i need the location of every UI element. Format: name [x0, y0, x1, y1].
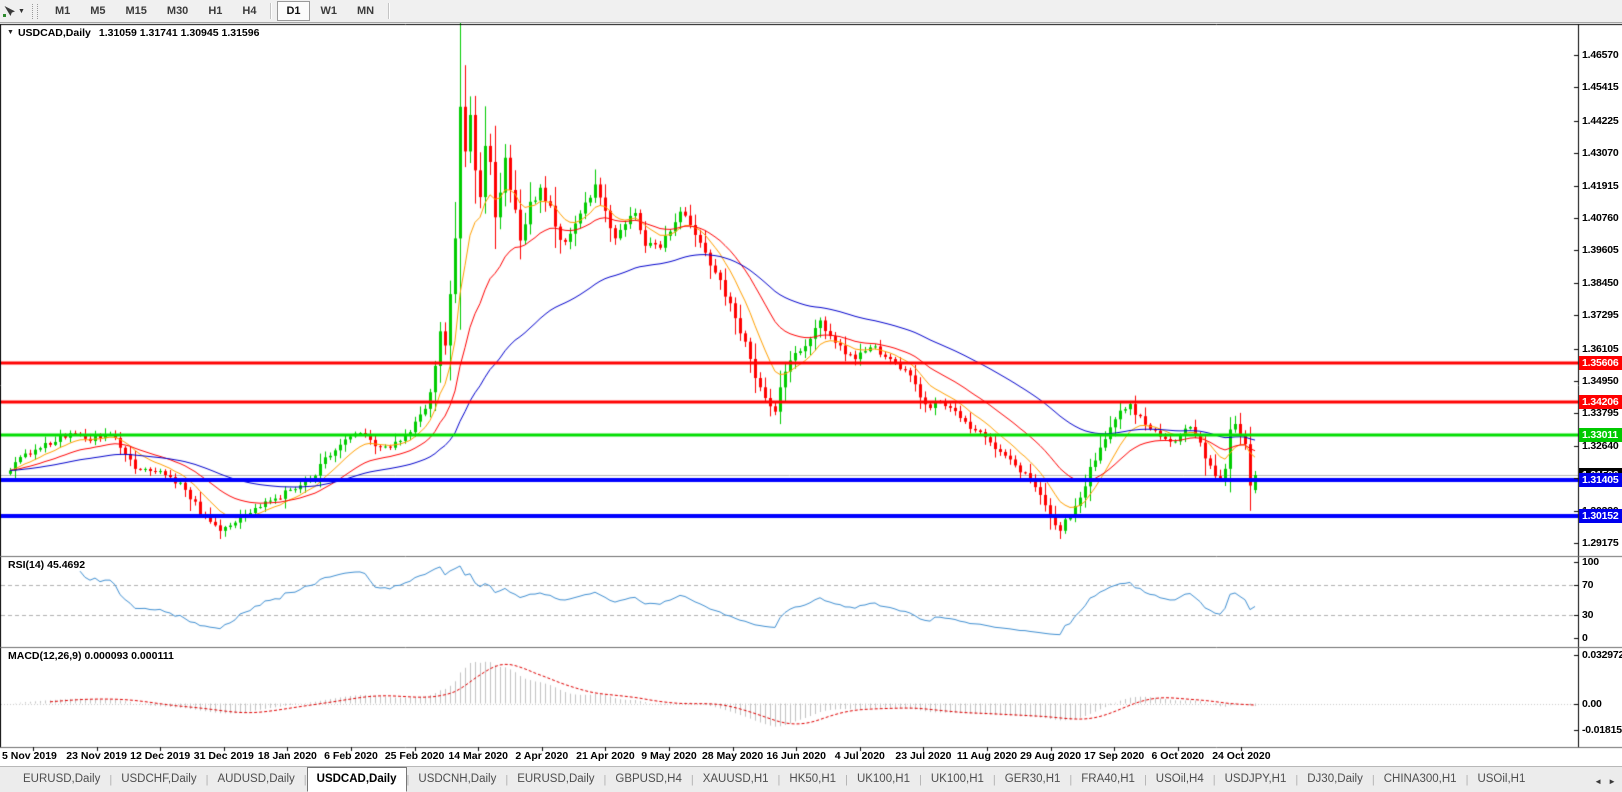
date-axis-label: 23 Jul 2020 — [895, 750, 951, 762]
date-axis-label: 5 Nov 2019 — [2, 750, 57, 762]
rsi-axis-tick: 30 — [1582, 609, 1593, 621]
date-axis-label: 31 Dec 2019 — [194, 750, 254, 762]
price-level-badge: 1.33011 — [1579, 428, 1622, 442]
macd-axis-tick: 0.032972 — [1582, 649, 1622, 661]
price-axis-tick: 1.45415 — [1582, 81, 1619, 93]
macd-axis-tick: 0.00 — [1582, 698, 1602, 710]
date-axis-label: 23 Nov 2019 — [66, 750, 127, 762]
macd-current-values: 0.000093 0.000111 — [84, 650, 173, 662]
date-axis-label: 21 Apr 2020 — [576, 750, 635, 762]
date-axis-label: 6 Oct 2020 — [1152, 750, 1205, 762]
date-axis-label: 28 May 2020 — [702, 750, 763, 762]
price-axis-tick: 1.43070 — [1582, 147, 1619, 159]
timeframe-button-m1[interactable]: M1 — [46, 1, 79, 21]
chart-canvas[interactable] — [0, 0, 1622, 792]
chart-tab-usoil-h1[interactable]: USOil,H1 — [1468, 768, 1532, 791]
rsi-axis-tick: 0 — [1582, 632, 1588, 644]
chart-tab-uk100-h1[interactable]: UK100,H1 — [922, 768, 993, 791]
chart-tab-eurusd-daily[interactable]: EURUSD,Daily — [14, 768, 109, 791]
date-axis-label: 4 Jul 2020 — [835, 750, 885, 762]
price-axis-tick: 1.36105 — [1582, 343, 1619, 355]
toolbar-grip[interactable] — [32, 4, 38, 19]
symbol-tabbar: EURUSD,Daily|USDCHF,Daily|AUDUSD,Daily|U… — [0, 766, 1622, 792]
date-axis-label: 18 Jan 2020 — [258, 750, 317, 762]
price-level-badge: 1.35606 — [1579, 356, 1622, 370]
ohlc-values: 1.31059 1.31741 1.30945 1.31596 — [99, 27, 260, 39]
date-axis-label: 14 Mar 2020 — [448, 750, 508, 762]
price-axis-tick: 1.40760 — [1582, 212, 1619, 224]
chart-tab-ger30-h1[interactable]: GER30,H1 — [996, 768, 1070, 791]
rsi-name: RSI(14) — [8, 559, 44, 571]
timeframe-button-w1[interactable]: W1 — [312, 1, 347, 21]
price-level-badge: 1.34206 — [1579, 395, 1622, 409]
rsi-indicator-label: RSI(14) 45.4692 — [8, 559, 85, 571]
symbol-period-label: USDCAD,Daily — [18, 27, 91, 39]
chart-tab-usdjpy-h1[interactable]: USDJPY,H1 — [1216, 768, 1296, 791]
chart-tab-gbpusd-h4[interactable]: GBPUSD,H4 — [606, 768, 690, 791]
chart-tab-usdcnh-daily[interactable]: USDCNH,Daily — [409, 768, 505, 791]
date-axis-label: 12 Dec 2019 — [130, 750, 190, 762]
chart-tab-china300-h1[interactable]: CHINA300,H1 — [1375, 768, 1466, 791]
macd-name: MACD(12,26,9) — [8, 650, 82, 662]
price-axis-tick: 1.39605 — [1582, 244, 1619, 256]
price-axis-tick: 1.41915 — [1582, 180, 1619, 192]
timeframe-button-h4[interactable]: H4 — [233, 1, 265, 21]
price-level-badge: 1.31405 — [1579, 473, 1622, 487]
price-level-badge: 1.30152 — [1579, 509, 1622, 523]
price-axis-tick: 1.34950 — [1582, 375, 1619, 387]
date-axis-label: 29 Aug 2020 — [1020, 750, 1081, 762]
timeframe-button-mn[interactable]: MN — [348, 1, 383, 21]
macd-axis-tick: -0.018154 — [1582, 724, 1622, 736]
chart-tab-usoil-h4[interactable]: USOil,H4 — [1147, 768, 1213, 791]
chart-tab-fra40-h1[interactable]: FRA40,H1 — [1072, 768, 1144, 791]
price-axis-tick: 1.38450 — [1582, 277, 1619, 289]
timeframe-button-d1[interactable]: D1 — [277, 1, 309, 21]
date-axis-label: 16 Jun 2020 — [766, 750, 826, 762]
timeframe-button-m15[interactable]: M15 — [117, 1, 156, 21]
timeframe-button-h1[interactable]: H1 — [199, 1, 231, 21]
price-axis-tick: 1.37295 — [1582, 309, 1619, 321]
price-axis-tick: 1.44225 — [1582, 115, 1619, 127]
timeframe-buttons: M1M5M15M30H1H4 D1W1MN — [45, 1, 394, 21]
chart-tab-dj30-daily[interactable]: DJ30,Daily — [1298, 768, 1372, 791]
rsi-axis-tick: 70 — [1582, 579, 1593, 591]
date-axis-label: 2 Apr 2020 — [515, 750, 568, 762]
dropdown-caret-icon[interactable]: ▼ — [18, 8, 25, 15]
toolbar-separator — [270, 3, 272, 19]
rsi-axis-tick: 100 — [1582, 556, 1599, 568]
chart-tab-usdcad-daily[interactable]: USDCAD,Daily — [307, 767, 407, 792]
chart-tab-eurusd-daily[interactable]: EURUSD,Daily — [508, 768, 603, 791]
chart-tab-audusd-daily[interactable]: AUDUSD,Daily — [208, 768, 303, 791]
cursor-tool-icon[interactable] — [1, 3, 17, 19]
date-axis-label: 24 Oct 2020 — [1212, 750, 1270, 762]
date-axis-label: 9 May 2020 — [641, 750, 696, 762]
price-axis-tick: 1.29175 — [1582, 537, 1619, 549]
chart-tab-xauusd-h1[interactable]: XAUUSD,H1 — [694, 768, 778, 791]
date-axis-label: 25 Feb 2020 — [385, 750, 445, 762]
timeframe-toolbar: ▼ M1M5M15M30H1H4 D1W1MN — [0, 0, 1622, 23]
chart-tab-uk100-h1[interactable]: UK100,H1 — [848, 768, 919, 791]
mt4-window: ▼ M1M5M15M30H1H4 D1W1MN ▼ USDCAD,Daily 1.31… — [0, 0, 1622, 792]
chart-tab-usdchf-daily[interactable]: USDCHF,Daily — [112, 768, 205, 791]
tab-scroll-right-icon[interactable]: ► — [1608, 777, 1616, 786]
macd-indicator-label: MACD(12,26,9) 0.000093 0.000111 — [8, 650, 174, 662]
timeframe-button-m30[interactable]: M30 — [158, 1, 197, 21]
timeframe-button-m5[interactable]: M5 — [81, 1, 114, 21]
price-axis-tick: 1.33795 — [1582, 407, 1619, 419]
toolbar-separator — [388, 3, 390, 19]
chart-title: ▼ USDCAD,Daily 1.31059 1.31741 1.30945 1.3… — [7, 27, 259, 39]
date-axis-label: 17 Sep 2020 — [1084, 750, 1144, 762]
chart-tab-hk50-h1[interactable]: HK50,H1 — [780, 768, 845, 791]
date-axis-label: 11 Aug 2020 — [957, 750, 1017, 762]
tab-scroll-arrows: ◄► — [1587, 777, 1619, 786]
date-axis-label: 6 Feb 2020 — [324, 750, 378, 762]
collapse-triangle-icon[interactable]: ▼ — [7, 29, 14, 36]
price-axis-tick: 1.46570 — [1582, 49, 1619, 61]
tab-scroll-left-icon[interactable]: ◄ — [1594, 777, 1602, 786]
rsi-current-value: 45.4692 — [47, 559, 85, 571]
